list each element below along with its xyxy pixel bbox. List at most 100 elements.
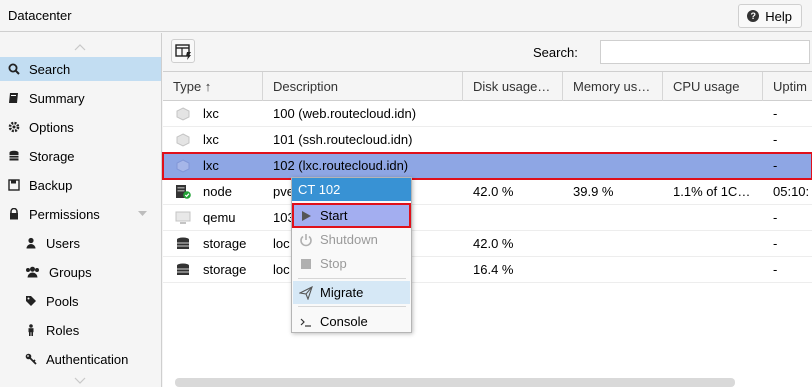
grid-header: Type ↑ Description Disk usage… Memory us…	[163, 71, 812, 101]
menu-item-label: Migrate	[320, 285, 364, 300]
cell-description: 102 (lxc.routecloud.idn)	[273, 158, 409, 173]
column-header-type[interactable]: Type ↑	[163, 72, 263, 101]
database-icon	[177, 237, 189, 249]
cell-disk: 42.0 %	[473, 236, 514, 251]
book-icon	[9, 93, 18, 103]
sidebar-item-label: Users	[46, 235, 80, 251]
gear-icon	[8, 121, 20, 133]
terminal-icon	[300, 318, 311, 327]
column-header-memory[interactable]: Memory us…	[563, 72, 663, 101]
toolbar: Search:	[163, 33, 812, 71]
cell-uptime: -	[773, 106, 778, 121]
table-row[interactable]: node pve 42.0 % 39.9 % 1.1% of 1C… 05:10…	[163, 179, 812, 205]
sidebar: Search Summary Options Storage Backup Pe…	[0, 33, 162, 387]
help-button[interactable]: ? Help	[738, 4, 802, 28]
context-menu: CT 102 Start Shutdown Stop Migrate Conso…	[291, 177, 412, 333]
sidebar-item-label: Roles	[46, 322, 80, 338]
play-icon	[302, 210, 311, 221]
horizontal-scrollbar[interactable]	[175, 378, 735, 387]
desktop-icon	[175, 211, 191, 224]
search-input[interactable]	[600, 40, 810, 64]
table-row[interactable]: lxc 100 (web.routecloud.idn) -	[163, 101, 812, 127]
table-row[interactable]: storage loc 42.0 % -	[163, 231, 812, 257]
cell-uptime: -	[773, 132, 778, 147]
cell-uptime: -	[773, 262, 778, 277]
cell-description: loc	[273, 236, 290, 251]
cell-type: storage	[203, 262, 247, 277]
server-node-icon	[176, 185, 191, 199]
menu-item-label: Start	[320, 208, 348, 223]
sidebar-item-storage[interactable]: Storage	[0, 144, 161, 168]
tags-icon	[26, 296, 36, 306]
container-icon	[176, 107, 190, 121]
sidebar-item-authentication[interactable]: Authentication	[0, 347, 161, 371]
database-icon	[177, 263, 189, 275]
users-icon	[26, 266, 39, 278]
sidebar-item-permissions[interactable]: Permissions	[0, 202, 161, 226]
paper-plane-icon	[299, 285, 313, 300]
menu-item-migrate[interactable]: Migrate	[293, 281, 410, 304]
menu-item-start[interactable]: Start	[292, 203, 411, 228]
stop-icon	[301, 258, 311, 269]
cell-type: lxc	[203, 132, 219, 147]
search-icon	[8, 63, 20, 75]
sidebar-item-backup[interactable]: Backup	[0, 173, 161, 197]
cell-type: qemu	[203, 210, 236, 225]
database-icon	[9, 150, 19, 161]
menu-item-shutdown[interactable]: Shutdown	[293, 228, 410, 251]
sidebar-item-label: Groups	[49, 264, 92, 280]
cell-uptime: -	[773, 158, 778, 173]
sidebar-item-groups[interactable]: Groups	[0, 260, 161, 284]
cell-description: loc	[273, 262, 290, 277]
column-header-uptime[interactable]: Uptim	[763, 72, 812, 101]
table-row[interactable]: storage loc 16.4 % -	[163, 257, 812, 283]
column-toggle-button[interactable]	[171, 39, 195, 63]
menu-item-label: Stop	[320, 256, 347, 271]
table-row[interactable]: qemu 103 -	[163, 205, 812, 231]
columns-icon	[175, 44, 191, 60]
sidebar-item-summary[interactable]: Summary	[0, 86, 161, 110]
sidebar-item-label: Backup	[29, 177, 73, 193]
key-icon	[25, 353, 37, 365]
cell-cpu: 1.1% of 1C…	[673, 184, 751, 199]
power-icon	[300, 233, 312, 246]
sidebar-item-pools[interactable]: Pools	[0, 289, 161, 313]
scroll-down-icon[interactable]	[74, 375, 86, 387]
menu-item-stop[interactable]: Stop	[293, 252, 410, 275]
table-row-selected[interactable]: lxc 102 (lxc.routecloud.idn) -	[162, 152, 812, 180]
menu-separator	[298, 278, 406, 279]
column-header-description[interactable]: Description	[263, 72, 463, 101]
sidebar-item-label: Search	[29, 61, 71, 77]
sidebar-item-label: Summary	[29, 90, 85, 106]
column-header-cpu[interactable]: CPU usage	[663, 72, 763, 101]
cell-type: lxc	[203, 158, 219, 173]
search-label: Search:	[533, 45, 578, 60]
container-icon	[176, 133, 190, 147]
sidebar-item-options[interactable]: Options	[0, 115, 161, 139]
sidebar-item-search[interactable]: Search	[0, 57, 161, 81]
menu-item-label: Console	[320, 314, 368, 329]
lock-icon	[10, 208, 18, 220]
question-icon: ?	[747, 10, 760, 22]
cell-description: 100 (web.routecloud.idn)	[273, 106, 417, 121]
scroll-up-icon[interactable]	[74, 41, 86, 53]
cell-uptime: -	[773, 210, 778, 225]
column-header-disk[interactable]: Disk usage…	[463, 72, 563, 101]
cell-description: 101 (ssh.routecloud.idn)	[273, 132, 413, 147]
help-label: Help	[765, 8, 792, 24]
cell-type: storage	[203, 236, 247, 251]
sidebar-item-roles[interactable]: Roles	[0, 318, 161, 342]
table-row[interactable]: lxc 101 (ssh.routecloud.idn) -	[163, 127, 812, 153]
male-icon	[28, 324, 34, 336]
menu-item-console[interactable]: Console	[293, 310, 410, 333]
container-icon	[176, 159, 190, 173]
cell-type: node	[203, 184, 232, 199]
sidebar-item-users[interactable]: Users	[0, 231, 161, 255]
sidebar-item-label: Options	[29, 119, 74, 135]
cell-disk: 16.4 %	[473, 262, 514, 277]
menu-separator	[298, 306, 406, 307]
cell-uptime: -	[773, 236, 778, 251]
chevron-down-icon[interactable]	[138, 211, 147, 217]
sidebar-item-label: Authentication	[46, 351, 129, 367]
menu-item-label: Shutdown	[320, 232, 378, 247]
